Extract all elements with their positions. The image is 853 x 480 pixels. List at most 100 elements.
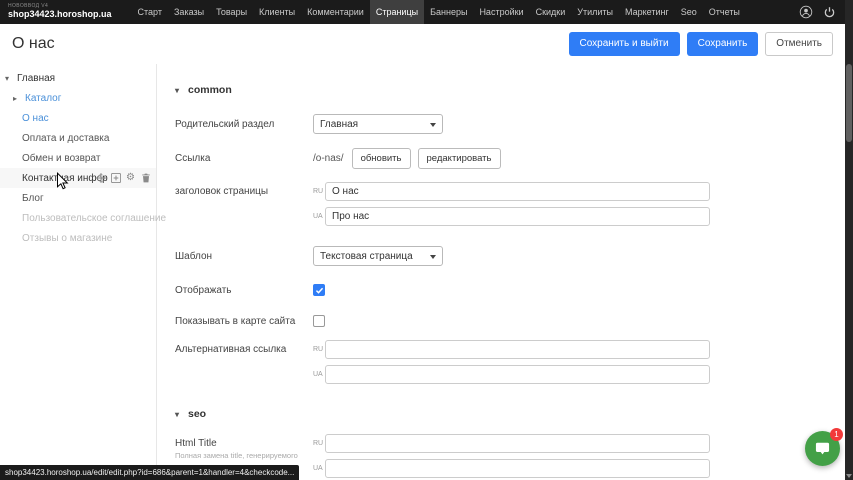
field-label: Альтернативная ссылка	[175, 340, 313, 355]
field-label: Html Title Полная замена title, генериру…	[175, 434, 313, 460]
sidebar-item-exchange-return[interactable]: Обмен и возврат	[0, 148, 156, 168]
chevron-down-icon: ▾	[175, 86, 183, 95]
chevron-down-icon: ▾	[5, 74, 13, 83]
header-actions: Сохранить и выйти Сохранить Отменить	[569, 32, 834, 56]
lang-badge-ua: UA	[313, 371, 325, 378]
display-checkbox[interactable]	[313, 284, 325, 296]
edit-link-button[interactable]: редактировать	[418, 148, 501, 169]
save-button[interactable]: Сохранить	[687, 32, 759, 56]
section-common[interactable]: ▾ common	[175, 84, 845, 96]
field-label: Родительский раздел	[175, 119, 313, 130]
sidebar-item-payment-delivery[interactable]: Оплата и доставка	[0, 128, 156, 148]
sidebar-item-label: О нас	[22, 113, 49, 124]
refresh-link-button[interactable]: обновить	[352, 148, 411, 169]
check-icon	[315, 286, 324, 295]
form-row-template: Шаблон Текстовая страница	[158, 246, 845, 266]
chat-unread-badge: 1	[830, 428, 843, 441]
field-label: заголовок страницы	[175, 182, 313, 197]
topnav-utilities[interactable]: Утилиты	[571, 0, 619, 24]
logo-domain: shop34423.horoshop.ua	[8, 10, 112, 20]
topnav-reports[interactable]: Отчеты	[703, 0, 746, 24]
sitemap-checkbox[interactable]	[313, 315, 325, 327]
html-title-ua-input[interactable]	[325, 459, 710, 478]
logo[interactable]: НОВОВВОД V4 shop34423.horoshop.ua	[0, 4, 122, 19]
topnav-marketing[interactable]: Маркетинг	[619, 0, 675, 24]
form-row-parent-section: Родительский раздел Главная	[158, 114, 845, 134]
sidebar-item-about[interactable]: О нас	[0, 108, 156, 128]
form-row-sitemap: Показывать в карте сайта	[158, 315, 845, 327]
logout-power-icon[interactable]	[822, 5, 837, 20]
topnav-seo[interactable]: Seo	[675, 0, 703, 24]
chevron-right-icon: ▸	[13, 94, 21, 103]
form-row-page-title: заголовок страницы RU UA	[158, 182, 845, 226]
scrollbar-down-arrow-icon[interactable]	[846, 474, 852, 478]
page-title-ru-input[interactable]	[325, 182, 710, 201]
select-value: Главная	[320, 119, 358, 130]
sidebar-item-label: Пользовательское соглашение	[22, 213, 166, 224]
trash-icon[interactable]	[140, 173, 151, 184]
sidebar-item-store-reviews[interactable]: Отзывы о магазине	[0, 228, 156, 248]
link-value: /o-nas/	[313, 153, 344, 164]
topnav-settings[interactable]: Настройки	[473, 0, 529, 24]
user-icon[interactable]	[798, 5, 813, 20]
field-label: Ссылка	[175, 153, 313, 164]
lang-badge-ru: RU	[313, 440, 325, 447]
topnav-banners[interactable]: Баннеры	[424, 0, 473, 24]
cancel-button[interactable]: Отменить	[765, 32, 833, 56]
lang-badge-ru: RU	[313, 346, 325, 353]
alt-link-ru-input[interactable]	[325, 340, 710, 359]
sidebar-item-main[interactable]: ▾ Главная	[0, 68, 156, 88]
page-title: О нас	[12, 35, 55, 53]
parent-section-select[interactable]: Главная	[313, 114, 443, 134]
topnav-start[interactable]: Старт	[132, 0, 168, 24]
tree-item-actions: ⚙	[95, 168, 151, 188]
select-value: Текстовая страница	[320, 251, 413, 262]
sidebar-item-blog[interactable]: Блог	[0, 188, 156, 208]
section-title: common	[188, 84, 232, 96]
lang-badge-ru: RU	[313, 188, 325, 195]
sidebar-item-catalog[interactable]: ▸ Каталог	[0, 88, 156, 108]
admin-screen: НОВОВВОД V4 shop34423.horoshop.ua Старт …	[0, 0, 853, 480]
page-title-ua-input[interactable]	[325, 207, 710, 226]
sidebar-item-label: Главная	[17, 73, 55, 84]
section-seo[interactable]: ▾ seo	[175, 408, 845, 420]
sidebar-item-label: Каталог	[25, 93, 61, 104]
sidebar-item-label: Блог	[22, 193, 44, 204]
page-header: О нас Сохранить и выйти Сохранить Отмени…	[0, 24, 845, 64]
sidebar-item-contact-info[interactable]: Контактная инфор ⚙	[0, 168, 156, 188]
topnav-comments[interactable]: Комментарии	[301, 0, 370, 24]
topnav-clients[interactable]: Клиенты	[253, 0, 301, 24]
chevron-down-icon	[430, 123, 436, 127]
topnav-pages[interactable]: Страницы	[370, 0, 424, 24]
section-title: seo	[188, 408, 206, 420]
field-label: Показывать в карте сайта	[175, 316, 313, 327]
html-title-ru-input[interactable]	[325, 434, 710, 453]
alt-link-ua-input[interactable]	[325, 365, 710, 384]
add-page-icon[interactable]	[110, 173, 121, 184]
form-row-link: Ссылка /o-nas/ обновить редактировать	[158, 148, 845, 169]
chevron-down-icon: ▾	[175, 410, 183, 419]
save-and-exit-button[interactable]: Сохранить и выйти	[569, 32, 680, 56]
sidebar-item-user-agreement[interactable]: Пользовательское соглашение	[0, 208, 156, 228]
field-hint: Полная замена title, генерируемого	[175, 451, 305, 460]
form-row-alt-link: Альтернативная ссылка RU UA	[158, 340, 845, 384]
field-label-text: Html Title	[175, 438, 217, 449]
chevron-down-icon	[430, 255, 436, 259]
topbar: НОВОВВОД V4 shop34423.horoshop.ua Старт …	[0, 0, 853, 24]
chat-bubble-icon	[814, 440, 831, 457]
scrollbar-track	[845, 0, 853, 480]
topnav-orders[interactable]: Заказы	[168, 0, 210, 24]
move-icon[interactable]	[95, 173, 106, 184]
topnav-discounts[interactable]: Скидки	[530, 0, 572, 24]
template-select[interactable]: Текстовая страница	[313, 246, 443, 266]
topnav-products[interactable]: Товары	[210, 0, 253, 24]
pages-tree-sidebar: ▾ Главная ▸ Каталог О нас Оплата и доста…	[0, 64, 157, 480]
field-label: Отображать	[175, 285, 313, 296]
top-navigation: Старт Заказы Товары Клиенты Комментарии …	[132, 0, 746, 24]
scrollbar-thumb[interactable]	[846, 64, 852, 142]
browser-status-url: shop34423.horoshop.ua/edit/edit.php?id=6…	[0, 465, 299, 480]
page-edit-form: ▾ common Родительский раздел Главная Ссы…	[158, 64, 845, 480]
chat-launcher-button[interactable]: 1	[805, 431, 840, 466]
gear-icon[interactable]: ⚙	[125, 173, 136, 184]
lang-badge-ua: UA	[313, 465, 325, 472]
